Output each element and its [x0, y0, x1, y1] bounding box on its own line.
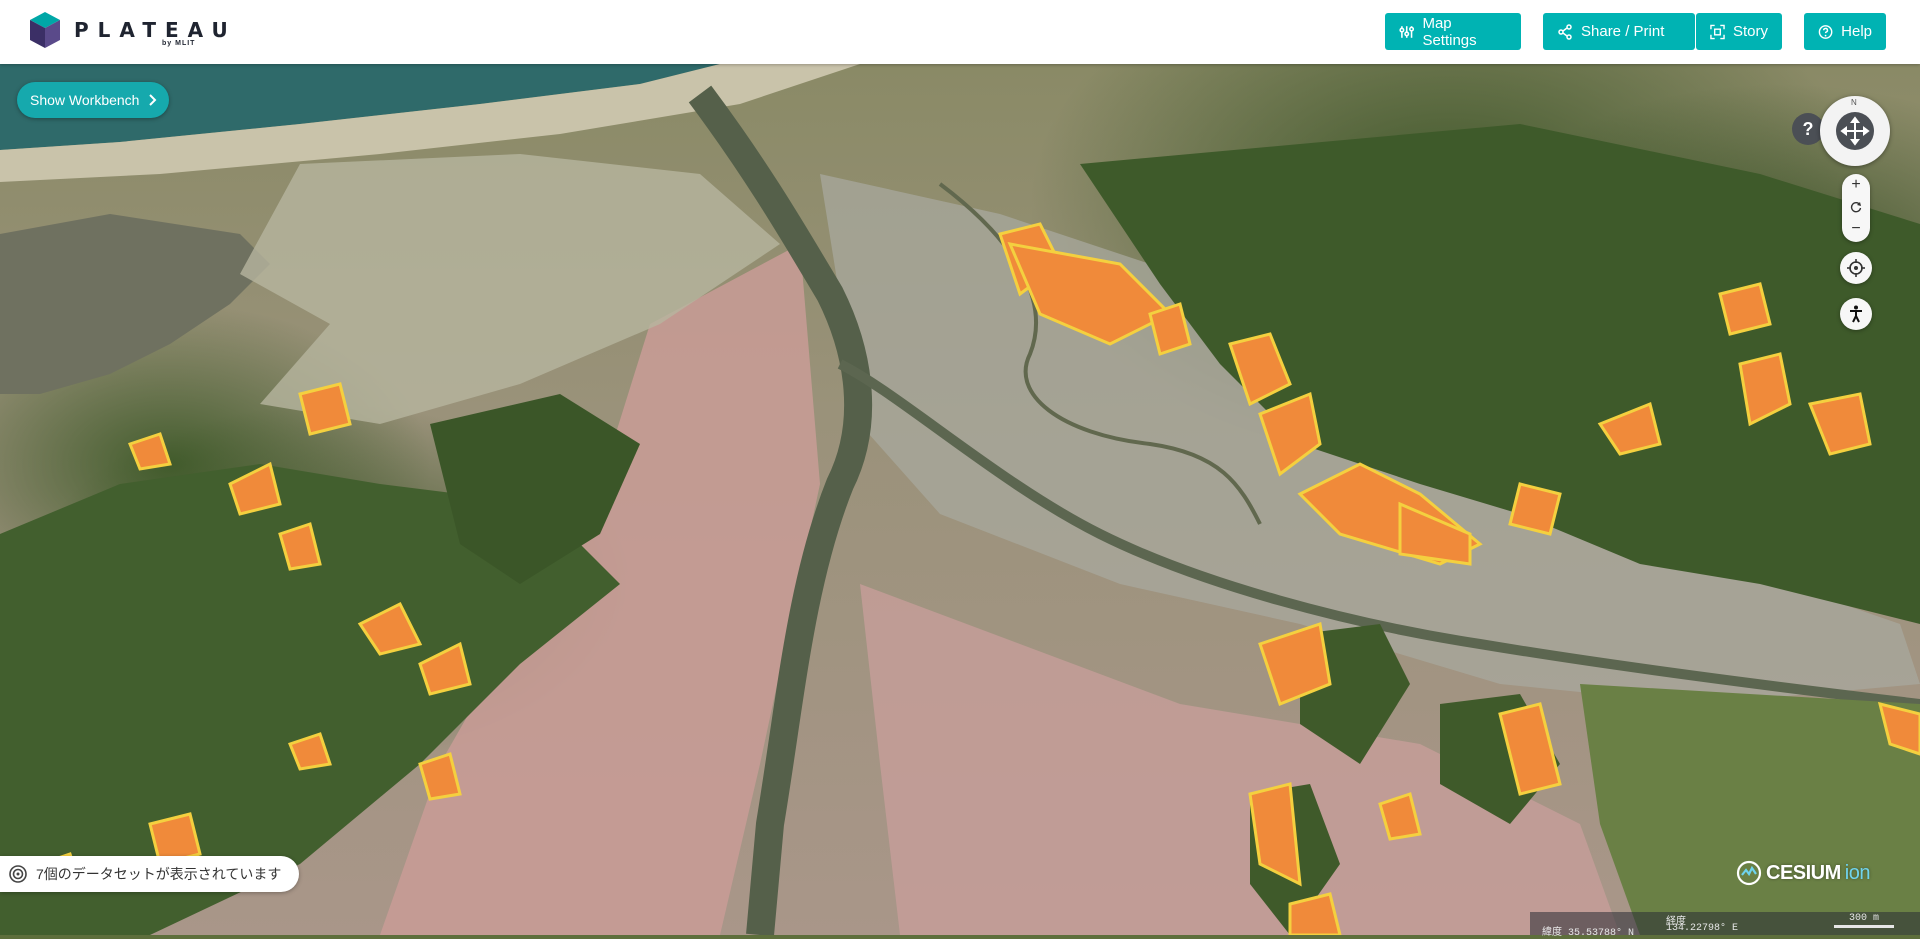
brand-wordmark: PLATEAU [74, 18, 237, 42]
zoom-control: + − [1842, 174, 1870, 242]
dataset-count-text: 7個のデータセットが表示されています [36, 866, 282, 882]
sliders-icon [1399, 25, 1415, 38]
help-button[interactable]: Help [1804, 13, 1886, 50]
top-bar: PLATEAU by MLIT Map Settings Share / Pri… [0, 0, 1920, 64]
terrain-map [0, 64, 1920, 935]
show-workbench-label: Show Workbench [30, 92, 140, 108]
map-settings-label: Map Settings [1422, 14, 1477, 49]
story-label: Story [1732, 23, 1768, 40]
story-icon [1710, 24, 1725, 39]
refresh-icon [1850, 202, 1862, 213]
zoom-in-button[interactable]: + [1842, 174, 1870, 196]
zoom-reset-button[interactable] [1842, 196, 1870, 218]
compass[interactable]: N [1820, 96, 1890, 166]
map-settings-button[interactable]: Map Settings [1385, 13, 1521, 50]
move-icon [1840, 116, 1870, 146]
ion-wordmark: ion [1844, 861, 1871, 884]
dataset-status[interactable]: 7個のデータセットが表示されています [0, 856, 300, 892]
scale-label: 300 m [1848, 913, 1879, 924]
my-location-button[interactable] [1840, 252, 1872, 284]
pan-control[interactable] [1836, 112, 1874, 150]
cesium-ion-logo[interactable]: CESIUM ion [1736, 860, 1871, 886]
scale-bar [1834, 925, 1894, 928]
help-circle-icon [1818, 24, 1833, 39]
share-icon [1558, 23, 1572, 40]
compass-north: N [1851, 98, 1857, 107]
story-button[interactable]: Story [1696, 13, 1782, 50]
fields-southeast [1580, 684, 1920, 935]
map-viewport[interactable]: N ? + − [0, 64, 1920, 935]
pedestrian-icon [1850, 305, 1862, 323]
share-print-label: Share / Print [1581, 23, 1665, 40]
cesium-icon [1736, 860, 1762, 886]
longitude-readout: 134.22798° E [1666, 923, 1739, 934]
layers-signal-icon [9, 865, 27, 883]
help-label: Help [1841, 23, 1872, 40]
chevron-right-icon [149, 94, 157, 106]
share-print-button[interactable]: Share / Print [1543, 13, 1695, 50]
location-bar: 緯度 35.53788° N 経度 134.22798° E 300 m [1530, 912, 1920, 939]
latitude-readout: 緯度 35.53788° N [1542, 928, 1635, 939]
zoom-out-button[interactable]: − [1842, 218, 1870, 240]
lake [0, 214, 270, 394]
cube-logo-icon [30, 12, 60, 48]
show-workbench-button[interactable]: Show Workbench [17, 82, 170, 118]
plateau-logo[interactable]: PLATEAU by MLIT [30, 10, 228, 54]
pedestrian-mode-button[interactable] [1840, 298, 1872, 330]
cesium-wordmark: CESIUM [1766, 861, 1841, 884]
crosshair-icon [1847, 259, 1865, 277]
brand-subtitle: by MLIT [162, 40, 196, 47]
